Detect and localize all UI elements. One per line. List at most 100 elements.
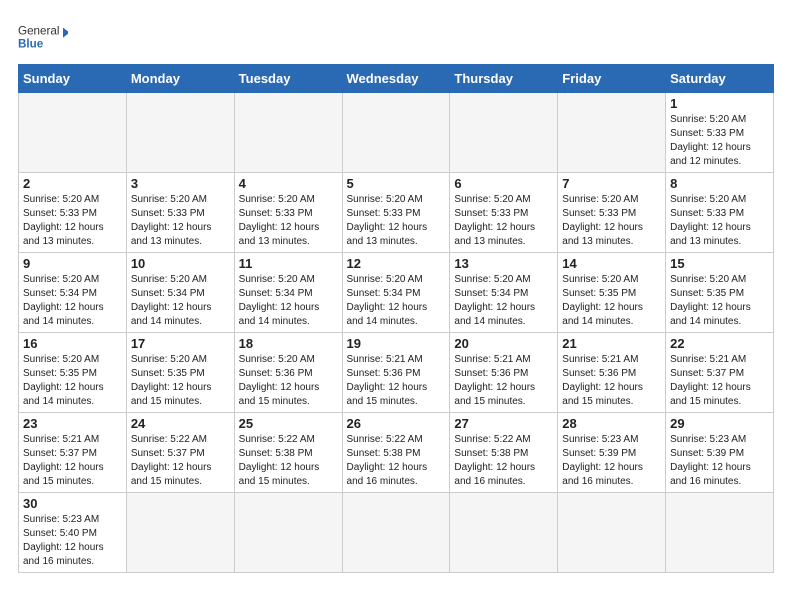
calendar-cell: 14Sunrise: 5:20 AMSunset: 5:35 PMDayligh… <box>558 253 666 333</box>
calendar-cell: 12Sunrise: 5:20 AMSunset: 5:34 PMDayligh… <box>342 253 450 333</box>
calendar-cell: 8 Sunrise: 5:20 AMSunset: 5:33 PMDaylight… <box>666 173 774 253</box>
day-info: Sunrise: 5:20 AMSunset: 5:33 PMDaylight:… <box>23 193 122 249</box>
logo: General Blue <box>18 18 68 54</box>
day-info: Sunrise: 5:21 AMSunset: 5:36 PMDaylight:… <box>347 353 446 409</box>
day-info: Sunrise: 5:22 AMSunset: 5:38 PMDaylight:… <box>454 433 553 489</box>
day-info: Sunrise: 5:23 AMSunset: 5:39 PMDaylight:… <box>670 433 769 489</box>
svg-text:Blue: Blue <box>18 38 44 51</box>
day-info: Sunrise: 5:20 AMSunset: 5:33 PMDaylight:… <box>239 193 338 249</box>
day-number: 25 <box>239 416 338 431</box>
calendar-cell: 4 Sunrise: 5:20 AMSunset: 5:33 PMDaylight… <box>234 173 342 253</box>
calendar-cell <box>342 493 450 573</box>
day-info: Sunrise: 5:20 AMSunset: 5:33 PMDaylight:… <box>670 113 769 169</box>
weekday-header-sunday: Sunday <box>19 65 127 93</box>
day-number: 30 <box>23 496 122 511</box>
day-info: Sunrise: 5:22 AMSunset: 5:37 PMDaylight:… <box>131 433 230 489</box>
calendar-cell: 1 Sunrise: 5:20 AMSunset: 5:33 PMDaylight… <box>666 93 774 173</box>
calendar-cell <box>450 93 558 173</box>
weekday-header-monday: Monday <box>126 65 234 93</box>
calendar-cell: 9Sunrise: 5:20 AMSunset: 5:34 PMDaylight… <box>19 253 127 333</box>
day-number: 26 <box>347 416 446 431</box>
header: General Blue <box>18 18 774 54</box>
calendar-cell: 23 Sunrise: 5:21 AMSunset: 5:37 PMDayligh… <box>19 413 127 493</box>
weekday-header-tuesday: Tuesday <box>234 65 342 93</box>
calendar-table: SundayMondayTuesdayWednesdayThursdayFrid… <box>18 64 774 573</box>
calendar-cell: 7 Sunrise: 5:20 AMSunset: 5:33 PMDaylight… <box>558 173 666 253</box>
calendar-cell: 6Sunrise: 5:20 AMSunset: 5:33 PMDaylight… <box>450 173 558 253</box>
day-info: Sunrise: 5:20 AMSunset: 5:35 PMDaylight:… <box>23 353 122 409</box>
day-number: 24 <box>131 416 230 431</box>
day-info: Sunrise: 5:23 AMSunset: 5:39 PMDaylight:… <box>562 433 661 489</box>
day-number: 1 <box>670 96 769 111</box>
day-number: 10 <box>131 256 230 271</box>
calendar-cell <box>126 93 234 173</box>
day-number: 20 <box>454 336 553 351</box>
day-number: 17 <box>131 336 230 351</box>
day-number: 23 <box>23 416 122 431</box>
calendar-cell: 29Sunrise: 5:23 AMSunset: 5:39 PMDayligh… <box>666 413 774 493</box>
day-info: Sunrise: 5:20 AMSunset: 5:34 PMDaylight:… <box>454 273 553 329</box>
weekday-header-row: SundayMondayTuesdayWednesdayThursdayFrid… <box>19 65 774 93</box>
day-number: 19 <box>347 336 446 351</box>
svg-text:General: General <box>18 24 59 37</box>
day-number: 12 <box>347 256 446 271</box>
day-number: 7 <box>562 176 661 191</box>
calendar-cell: 26 Sunrise: 5:22 AMSunset: 5:38 PMDayligh… <box>342 413 450 493</box>
day-info: Sunrise: 5:20 AMSunset: 5:33 PMDaylight:… <box>131 193 230 249</box>
calendar-cell <box>558 493 666 573</box>
day-number: 15 <box>670 256 769 271</box>
day-number: 2 <box>23 176 122 191</box>
logo-svg: General Blue <box>18 18 68 54</box>
day-info: Sunrise: 5:21 AMSunset: 5:37 PMDaylight:… <box>670 353 769 409</box>
calendar-cell: 22 Sunrise: 5:21 AMSunset: 5:37 PMDayligh… <box>666 333 774 413</box>
day-info: Sunrise: 5:22 AMSunset: 5:38 PMDaylight:… <box>347 433 446 489</box>
day-info: Sunrise: 5:20 AMSunset: 5:33 PMDaylight:… <box>562 193 661 249</box>
weekday-header-wednesday: Wednesday <box>342 65 450 93</box>
calendar-cell: 3 Sunrise: 5:20 AMSunset: 5:33 PMDaylight… <box>126 173 234 253</box>
calendar-cell: 19 Sunrise: 5:21 AMSunset: 5:36 PMDayligh… <box>342 333 450 413</box>
day-number: 18 <box>239 336 338 351</box>
week-row-3: 9Sunrise: 5:20 AMSunset: 5:34 PMDaylight… <box>19 253 774 333</box>
calendar-cell: 15 Sunrise: 5:20 AMSunset: 5:35 PMDayligh… <box>666 253 774 333</box>
calendar-cell: 20 Sunrise: 5:21 AMSunset: 5:36 PMDayligh… <box>450 333 558 413</box>
calendar-cell: 17 Sunrise: 5:20 AMSunset: 5:35 PMDayligh… <box>126 333 234 413</box>
day-info: Sunrise: 5:20 AMSunset: 5:35 PMDaylight:… <box>670 273 769 329</box>
calendar-cell: 10 Sunrise: 5:20 AMSunset: 5:34 PMDayligh… <box>126 253 234 333</box>
calendar-cell <box>19 93 127 173</box>
calendar-cell: 30 Sunrise: 5:23 AMSunset: 5:40 PMDayligh… <box>19 493 127 573</box>
weekday-header-saturday: Saturday <box>666 65 774 93</box>
week-row-6: 30 Sunrise: 5:23 AMSunset: 5:40 PMDayligh… <box>19 493 774 573</box>
calendar-cell <box>126 493 234 573</box>
calendar-cell <box>666 493 774 573</box>
week-row-5: 23 Sunrise: 5:21 AMSunset: 5:37 PMDayligh… <box>19 413 774 493</box>
calendar-cell: 5Sunrise: 5:20 AMSunset: 5:33 PMDaylight… <box>342 173 450 253</box>
calendar-cell <box>234 493 342 573</box>
day-info: Sunrise: 5:20 AMSunset: 5:33 PMDaylight:… <box>454 193 553 249</box>
day-number: 21 <box>562 336 661 351</box>
calendar-cell: 11Sunrise: 5:20 AMSunset: 5:34 PMDayligh… <box>234 253 342 333</box>
day-info: Sunrise: 5:20 AMSunset: 5:35 PMDaylight:… <box>131 353 230 409</box>
day-info: Sunrise: 5:20 AMSunset: 5:33 PMDaylight:… <box>670 193 769 249</box>
day-info: Sunrise: 5:21 AMSunset: 5:36 PMDaylight:… <box>454 353 553 409</box>
day-info: Sunrise: 5:23 AMSunset: 5:40 PMDaylight:… <box>23 513 122 569</box>
day-info: Sunrise: 5:20 AMSunset: 5:35 PMDaylight:… <box>562 273 661 329</box>
day-number: 3 <box>131 176 230 191</box>
day-number: 28 <box>562 416 661 431</box>
week-row-2: 2 Sunrise: 5:20 AMSunset: 5:33 PMDaylight… <box>19 173 774 253</box>
day-number: 16 <box>23 336 122 351</box>
day-info: Sunrise: 5:20 AMSunset: 5:34 PMDaylight:… <box>23 273 122 329</box>
day-number: 4 <box>239 176 338 191</box>
week-row-4: 16 Sunrise: 5:20 AMSunset: 5:35 PMDayligh… <box>19 333 774 413</box>
page: General Blue SundayMondayTuesdayWednesda… <box>0 0 792 591</box>
day-info: Sunrise: 5:21 AMSunset: 5:37 PMDaylight:… <box>23 433 122 489</box>
week-row-1: 1 Sunrise: 5:20 AMSunset: 5:33 PMDaylight… <box>19 93 774 173</box>
day-info: Sunrise: 5:20 AMSunset: 5:34 PMDaylight:… <box>131 273 230 329</box>
calendar-cell: 27Sunrise: 5:22 AMSunset: 5:38 PMDayligh… <box>450 413 558 493</box>
day-info: Sunrise: 5:21 AMSunset: 5:36 PMDaylight:… <box>562 353 661 409</box>
day-number: 22 <box>670 336 769 351</box>
calendar-cell <box>558 93 666 173</box>
calendar-cell: 24 Sunrise: 5:22 AMSunset: 5:37 PMDayligh… <box>126 413 234 493</box>
day-number: 8 <box>670 176 769 191</box>
calendar-cell <box>234 93 342 173</box>
day-number: 5 <box>347 176 446 191</box>
